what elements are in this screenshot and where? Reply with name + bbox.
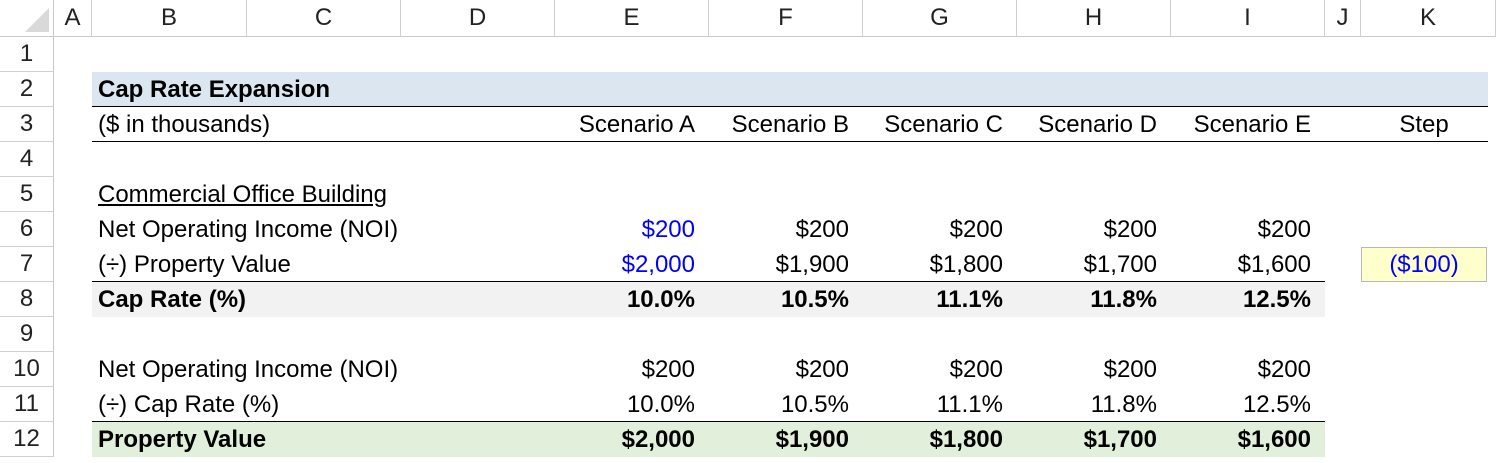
property-value-scenario-a[interactable]: $2,000	[555, 247, 709, 282]
scenario-d-header[interactable]: Scenario D	[1017, 107, 1171, 142]
column-header-g[interactable]: G	[863, 0, 1017, 37]
spreadsheet[interactable]: A B C D E F G H I J K 1 2 3 4 5 6 7 8 9 …	[0, 0, 1496, 463]
cap-rate2-scenario-e[interactable]: 12.5%	[1171, 387, 1325, 422]
noi-scenario-c[interactable]: $200	[863, 212, 1017, 247]
cap-rate-scenario-c[interactable]: 11.1%	[863, 282, 1017, 317]
noi-scenario-e[interactable]: $200	[1171, 212, 1325, 247]
property-value-total-scenario-d[interactable]: $1,700	[1017, 422, 1171, 457]
cap-rate2-scenario-a[interactable]: 10.0%	[555, 387, 709, 422]
property-value-scenario-d[interactable]: $1,700	[1017, 247, 1171, 282]
column-header-k[interactable]: K	[1361, 0, 1496, 37]
noi2-label[interactable]: Net Operating Income (NOI)	[92, 352, 552, 387]
column-header-f[interactable]: F	[709, 0, 863, 37]
column-header-a[interactable]: A	[54, 0, 92, 37]
row-header-3[interactable]: 3	[0, 107, 54, 142]
noi-scenario-d[interactable]: $200	[1017, 212, 1171, 247]
row-header-7[interactable]: 7	[0, 247, 54, 282]
scenario-b-header[interactable]: Scenario B	[709, 107, 863, 142]
units-label[interactable]: ($ in thousands)	[92, 107, 552, 142]
property-value-total-scenario-b[interactable]: $1,900	[709, 422, 863, 457]
row-header-5[interactable]: 5	[0, 177, 54, 212]
step-header[interactable]: Step	[1361, 107, 1487, 142]
cap-rate2-scenario-c[interactable]: 11.1%	[863, 387, 1017, 422]
property-value-scenario-e[interactable]: $1,600	[1171, 247, 1325, 282]
property-value-total-scenario-a[interactable]: $2,000	[555, 422, 709, 457]
noi-scenario-b[interactable]: $200	[709, 212, 863, 247]
noi-label[interactable]: Net Operating Income (NOI)	[92, 212, 552, 247]
cap-rate2-scenario-d[interactable]: 11.8%	[1017, 387, 1171, 422]
noi2-scenario-c[interactable]: $200	[863, 352, 1017, 387]
cap-rate2-scenario-b[interactable]: 10.5%	[709, 387, 863, 422]
column-header-d[interactable]: D	[401, 0, 555, 37]
scenario-c-header[interactable]: Scenario C	[863, 107, 1017, 142]
property-value-scenario-b[interactable]: $1,900	[709, 247, 863, 282]
property-value-total-label[interactable]: Property Value	[92, 422, 552, 457]
row-header-1[interactable]: 1	[0, 37, 54, 72]
row-header-9[interactable]: 9	[0, 317, 54, 352]
scenario-e-header[interactable]: Scenario E	[1171, 107, 1325, 142]
scenario-a-header[interactable]: Scenario A	[555, 107, 709, 142]
property-value-scenario-c[interactable]: $1,800	[863, 247, 1017, 282]
noi-scenario-a[interactable]: $200	[555, 212, 709, 247]
select-all-corner[interactable]	[0, 0, 54, 37]
noi2-scenario-d[interactable]: $200	[1017, 352, 1171, 387]
cap-rate-scenario-a[interactable]: 10.0%	[555, 282, 709, 317]
noi2-scenario-b[interactable]: $200	[709, 352, 863, 387]
cap-rate-scenario-b[interactable]: 10.5%	[709, 282, 863, 317]
section-label[interactable]: Commercial Office Building	[92, 177, 552, 212]
step-value[interactable]: ($100)	[1361, 247, 1487, 282]
row-header-6[interactable]: 6	[0, 212, 54, 247]
row-header-4[interactable]: 4	[0, 142, 54, 177]
property-value-total-scenario-e[interactable]: $1,600	[1171, 422, 1325, 457]
column-header-b[interactable]: B	[92, 0, 247, 37]
noi2-scenario-a[interactable]: $200	[555, 352, 709, 387]
noi2-scenario-e[interactable]: $200	[1171, 352, 1325, 387]
row-header-10[interactable]: 10	[0, 352, 54, 387]
column-header-i[interactable]: I	[1171, 0, 1325, 37]
row-header-8[interactable]: 8	[0, 282, 54, 317]
cap-rate-scenario-d[interactable]: 11.8%	[1017, 282, 1171, 317]
select-all-icon	[25, 8, 49, 32]
row-header-2[interactable]: 2	[0, 72, 54, 107]
row-header-12[interactable]: 12	[0, 422, 54, 457]
property-value-total-scenario-c[interactable]: $1,800	[863, 422, 1017, 457]
cap-rate2-label[interactable]: (÷) Cap Rate (%)	[92, 387, 552, 422]
column-header-e[interactable]: E	[555, 0, 709, 37]
column-header-h[interactable]: H	[1017, 0, 1171, 37]
property-value-label[interactable]: (÷) Property Value	[92, 247, 552, 282]
row-header-11[interactable]: 11	[0, 387, 54, 422]
sheet-title[interactable]: Cap Rate Expansion	[92, 72, 552, 107]
column-header-j[interactable]: J	[1325, 0, 1361, 37]
column-header-c[interactable]: C	[247, 0, 401, 37]
cap-rate-scenario-e[interactable]: 12.5%	[1171, 282, 1325, 317]
cap-rate-label[interactable]: Cap Rate (%)	[92, 282, 552, 317]
